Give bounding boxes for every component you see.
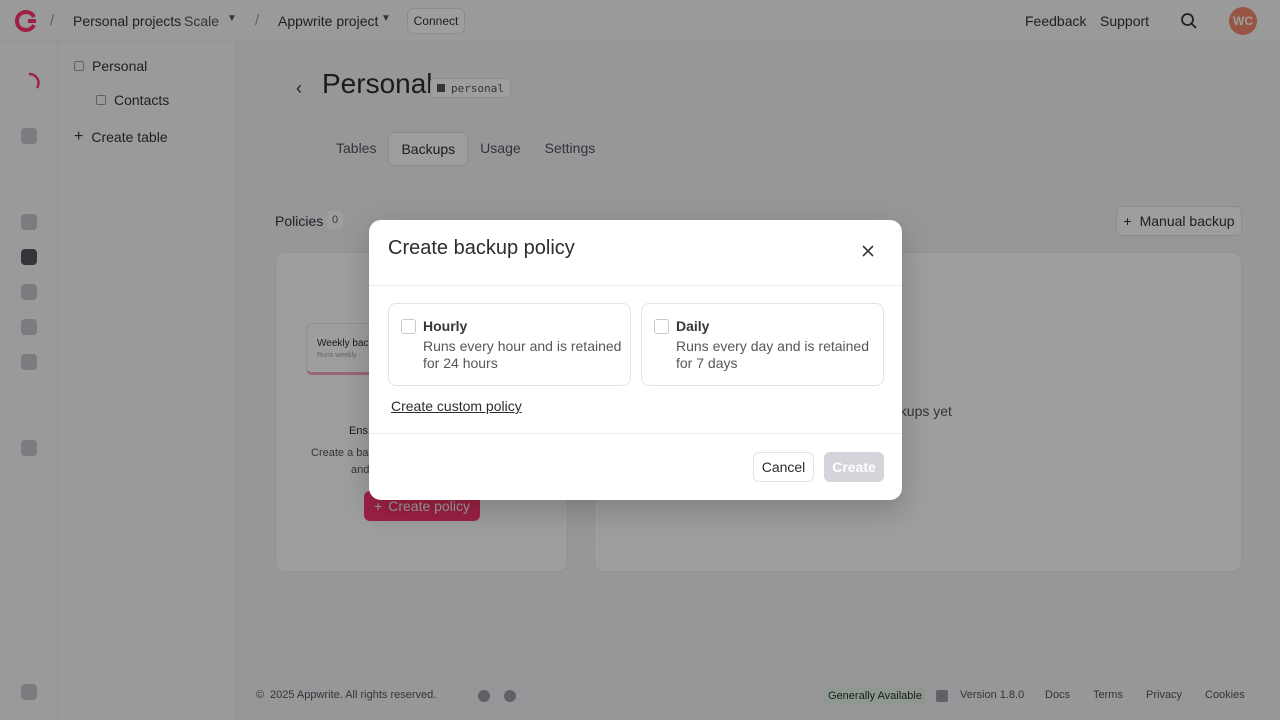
option-title: Hourly xyxy=(423,318,468,334)
option-description: Runs every day and is retained for 7 day… xyxy=(676,338,869,371)
daily-checkbox[interactable] xyxy=(654,319,669,334)
create-custom-policy-link[interactable]: Create custom policy xyxy=(391,398,522,414)
close-icon[interactable] xyxy=(857,240,879,262)
hourly-option[interactable]: Hourly Runs every hour and is retained f… xyxy=(388,303,631,386)
daily-option[interactable]: Daily Runs every day and is retained for… xyxy=(641,303,884,386)
create-button[interactable]: Create xyxy=(824,452,884,482)
modal-divider xyxy=(369,285,902,286)
modal-title: Create backup policy xyxy=(388,237,575,259)
modal-divider xyxy=(369,433,902,434)
cancel-button[interactable]: Cancel xyxy=(753,452,814,482)
option-title: Daily xyxy=(676,318,710,334)
hourly-checkbox[interactable] xyxy=(401,319,416,334)
create-backup-policy-modal: Create backup policy Hourly Runs every h… xyxy=(369,220,902,500)
option-description: Runs every hour and is retained for 24 h… xyxy=(423,338,622,371)
